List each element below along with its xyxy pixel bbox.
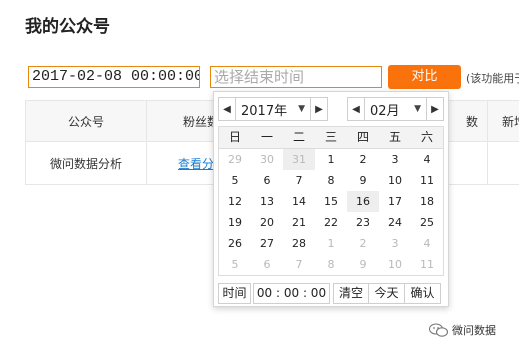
confirm-button[interactable]: 确认 xyxy=(405,283,441,304)
column-divider xyxy=(487,142,488,184)
end-time-input[interactable]: 选择结束时间 xyxy=(210,66,382,88)
next-year-button[interactable]: ▶ xyxy=(311,98,327,120)
calendar-day[interactable]: 8 xyxy=(315,170,347,191)
calendar-day[interactable]: 16 xyxy=(347,191,379,212)
today-button[interactable]: 今天 xyxy=(369,283,405,304)
next-month-button[interactable]: ▶ xyxy=(427,98,443,120)
caret-down-icon: ▼ xyxy=(414,104,421,114)
calendar-week-row: 29 30 31 1 2 3 4 xyxy=(219,149,443,170)
picker-footer: 时间 00 : 00 : 00 清空 今天 确认 xyxy=(218,283,441,304)
calendar-day[interactable]: 8 xyxy=(315,254,347,275)
weekday-label: 一 xyxy=(260,130,273,144)
calendar-day[interactable]: 17 xyxy=(379,191,411,212)
calendar-day[interactable]: 13 xyxy=(251,191,283,212)
start-time-input[interactable]: 2017-02-08 00:00:00 xyxy=(28,66,200,88)
view-analysis-link[interactable]: 查看分 xyxy=(178,142,218,184)
calendar-day[interactable]: 23 xyxy=(347,212,379,233)
header-new: 新增 xyxy=(502,114,519,129)
prev-month-button[interactable]: ◀ xyxy=(348,98,364,120)
caret-left-icon: ◀ xyxy=(352,103,360,115)
calendar-day[interactable]: 4 xyxy=(411,233,443,254)
calendar-day[interactable]: 3 xyxy=(379,149,411,170)
calendar-day[interactable]: 30 xyxy=(251,149,283,170)
calendar-day[interactable]: 18 xyxy=(411,191,443,212)
date-picker-popup: ◀ 2017年 ▼ ▶ ◀ 02月 ▼ ▶ 日一二三四五六 29 30 31 1 2 3 4… xyxy=(213,91,449,307)
caret-left-icon: ◀ xyxy=(223,103,231,115)
calendar-day[interactable]: 6 xyxy=(251,254,283,275)
weekday-label: 六 xyxy=(420,130,433,144)
account-name: 微问数据分析 xyxy=(49,156,122,171)
calendar-week-row: 19 20 21 22 23 24 25 xyxy=(219,212,443,233)
calendar-day[interactable]: 4 xyxy=(411,149,443,170)
calendar-day[interactable]: 21 xyxy=(283,212,315,233)
calendar-day[interactable]: 29 xyxy=(219,149,251,170)
calendar-day[interactable]: 9 xyxy=(347,170,379,191)
calendar-day[interactable]: 10 xyxy=(379,170,411,191)
compare-button[interactable]: 对比 xyxy=(388,65,461,89)
calendar-day[interactable]: 9 xyxy=(347,254,379,275)
calendar-day[interactable]: 31 xyxy=(283,149,315,170)
prev-year-button[interactable]: ◀ xyxy=(219,98,235,120)
calendar-day[interactable]: 7 xyxy=(283,254,315,275)
weekday-label: 五 xyxy=(388,130,401,144)
wechat-icon xyxy=(429,323,449,337)
month-selector: ◀ 02月 ▼ ▶ xyxy=(347,97,444,121)
calendar-day[interactable]: 5 xyxy=(219,170,251,191)
year-dropdown[interactable]: 2017年 ▼ xyxy=(235,98,311,120)
calendar-day[interactable]: 11 xyxy=(411,254,443,275)
calendar-week-row: 26 27 28 1 2 3 4 xyxy=(219,233,443,254)
calendar-days: 29 30 31 1 2 3 4 5 6 7 8 9 10 11 12 13 14 15 16 17 18 19 20 21 2… xyxy=(219,149,443,275)
column-divider xyxy=(146,142,147,184)
calendar-day[interactable]: 19 xyxy=(219,212,251,233)
caret-right-icon: ▶ xyxy=(315,103,323,115)
weekday-header: 日一二三四五六 xyxy=(219,127,443,149)
year-selector: ◀ 2017年 ▼ ▶ xyxy=(218,97,328,121)
calendar-day[interactable]: 14 xyxy=(283,191,315,212)
time-input[interactable]: 00 : 00 : 00 xyxy=(253,283,330,304)
calendar-day[interactable]: 3 xyxy=(379,233,411,254)
calendar-day[interactable]: 12 xyxy=(219,191,251,212)
calendar-day[interactable]: 26 xyxy=(219,233,251,254)
weekday-label: 二 xyxy=(292,130,305,144)
calendar-day[interactable]: 10 xyxy=(379,254,411,275)
month-label: 02月 xyxy=(370,103,400,119)
caret-down-icon: ▼ xyxy=(298,104,305,114)
year-label: 2017年 xyxy=(241,103,288,119)
calendar-grid: 日一二三四五六 29 30 31 1 2 3 4 5 6 7 8 9 10 11 12 13 14 15 16 17 1… xyxy=(218,126,444,276)
calendar-day[interactable]: 6 xyxy=(251,170,283,191)
page-title: 我的公众号 xyxy=(25,17,110,37)
calendar-day[interactable]: 22 xyxy=(315,212,347,233)
time-label: 时间 xyxy=(218,283,251,304)
month-dropdown[interactable]: 02月 ▼ xyxy=(364,98,427,120)
calendar-day[interactable]: 11 xyxy=(411,170,443,191)
watermark: 微问数据 xyxy=(429,322,496,338)
caret-right-icon: ▶ xyxy=(431,103,439,115)
watermark-text: 微问数据 xyxy=(452,324,496,337)
calendar-day[interactable]: 2 xyxy=(347,149,379,170)
calendar-day[interactable]: 1 xyxy=(315,233,347,254)
weekday-label: 日 xyxy=(228,130,241,144)
calendar-day[interactable]: 5 xyxy=(219,254,251,275)
calendar-day[interactable]: 25 xyxy=(411,212,443,233)
feature-note: (该功能用于 xyxy=(466,72,519,85)
calendar-week-row: 5 6 7 8 9 10 11 xyxy=(219,254,443,275)
clear-button[interactable]: 清空 xyxy=(333,283,369,304)
header-account: 公众号 xyxy=(67,114,104,129)
weekday-label: 三 xyxy=(324,130,337,144)
calendar-day[interactable]: 2 xyxy=(347,233,379,254)
calendar-day[interactable]: 7 xyxy=(283,170,315,191)
weekday-label: 四 xyxy=(356,130,369,144)
calendar-day[interactable]: 20 xyxy=(251,212,283,233)
calendar-day[interactable]: 24 xyxy=(379,212,411,233)
calendar-day[interactable]: 27 xyxy=(251,233,283,254)
calendar-week-row: 5 6 7 8 9 10 11 xyxy=(219,170,443,191)
calendar-day[interactable]: 1 xyxy=(315,149,347,170)
calendar-day[interactable]: 15 xyxy=(315,191,347,212)
calendar-day[interactable]: 28 xyxy=(283,233,315,254)
calendar-week-row: 12 13 14 15 16 17 18 xyxy=(219,191,443,212)
